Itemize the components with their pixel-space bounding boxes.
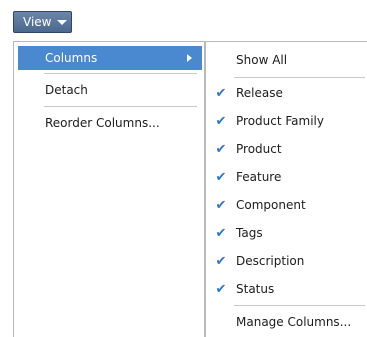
check-icon: ✔ <box>215 197 227 213</box>
submenu-item-show-all[interactable]: Show All <box>206 48 366 72</box>
menu-item-columns[interactable]: Columns <box>18 46 202 70</box>
column-toggle-label: Feature <box>236 170 282 184</box>
menu-item-label: Columns <box>45 51 98 65</box>
submenu-item-label: Show All <box>236 53 288 67</box>
menu-item-label: Reorder Columns... <box>45 116 160 130</box>
menu-item-reorder-columns[interactable]: Reorder Columns... <box>18 111 202 135</box>
view-menu-button[interactable]: View <box>13 11 72 33</box>
menu-divider <box>44 73 197 74</box>
menu-item-detach[interactable]: Detach <box>18 78 202 102</box>
menu-divider <box>234 77 365 78</box>
column-toggle-label: Description <box>236 254 305 268</box>
column-toggle-label: Product Family <box>236 114 324 128</box>
check-icon: ✔ <box>215 225 227 241</box>
column-toggle-status[interactable]: ✔ Status <box>206 277 366 301</box>
column-toggle-description[interactable]: ✔ Description <box>206 249 366 273</box>
column-toggle-label: Product <box>236 142 282 156</box>
view-menu-label: View <box>23 15 52 29</box>
menu-divider <box>234 305 365 306</box>
column-toggle-feature[interactable]: ✔ Feature <box>206 165 366 189</box>
check-icon: ✔ <box>215 281 227 297</box>
column-toggle-component[interactable]: ✔ Component <box>206 193 366 217</box>
submenu-item-manage-columns[interactable]: Manage Columns... <box>206 310 366 334</box>
check-icon: ✔ <box>215 141 227 157</box>
chevron-right-icon <box>187 54 192 62</box>
check-icon: ✔ <box>215 169 227 185</box>
column-toggle-product[interactable]: ✔ Product <box>206 137 366 161</box>
menu-item-label: Detach <box>45 83 88 97</box>
column-toggle-label: Tags <box>236 226 263 240</box>
column-toggle-label: Component <box>236 198 306 212</box>
check-icon: ✔ <box>215 253 227 269</box>
column-toggle-tags[interactable]: ✔ Tags <box>206 221 366 245</box>
check-icon: ✔ <box>215 85 227 101</box>
column-toggle-product-family[interactable]: ✔ Product Family <box>206 109 366 133</box>
column-toggle-label: Status <box>236 282 275 296</box>
check-icon: ✔ <box>215 113 227 129</box>
columns-submenu: Show All ✔ Release ✔ Product Family ✔ Pr… <box>205 41 367 337</box>
menu-divider <box>44 106 197 107</box>
submenu-item-label: Manage Columns... <box>236 315 352 329</box>
chevron-down-icon <box>57 19 68 25</box>
view-menu: Columns Detach Reorder Columns... <box>13 41 205 337</box>
column-toggle-label: Release <box>236 86 283 100</box>
column-toggle-release[interactable]: ✔ Release <box>206 81 366 105</box>
